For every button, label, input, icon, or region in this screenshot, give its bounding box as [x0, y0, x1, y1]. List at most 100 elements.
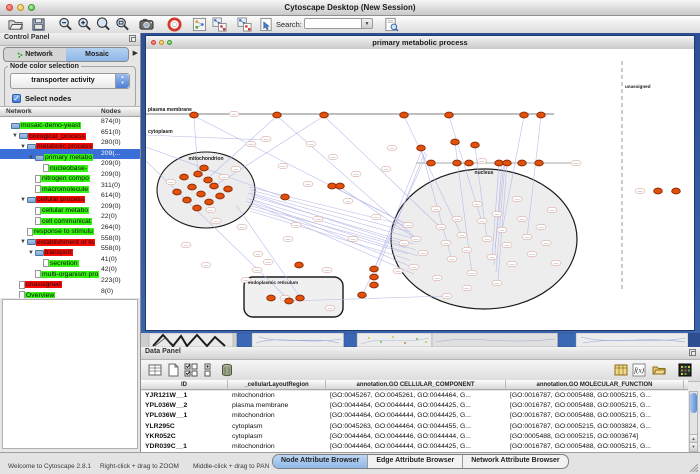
tab-edge-attribute-browser[interactable]: Edge Attribute Browser: [368, 455, 463, 468]
graph-node[interactable]: [465, 160, 474, 166]
resize-grip[interactable]: [687, 461, 699, 473]
tree-row[interactable]: multi-organism pro42(0): [0, 265, 140, 276]
scroll-down-icon[interactable]: ▼: [690, 442, 697, 451]
tree-row[interactable]: macromolecule311(0): [0, 181, 140, 192]
graph-node-label[interactable]: [541, 240, 551, 246]
graph-node-label[interactable]: [283, 236, 293, 242]
graph-node-label[interactable]: [381, 166, 391, 172]
graph-node-label[interactable]: [418, 250, 428, 256]
graph-node[interactable]: [273, 112, 282, 118]
graph-node-label[interactable]: [551, 260, 561, 266]
graph-node[interactable]: [224, 186, 233, 192]
graph-node-label[interactable]: [467, 270, 477, 276]
select-nodes-checkbox[interactable]: ✓: [12, 94, 21, 103]
graph-node-label[interactable]: [399, 240, 409, 246]
birdseye-view[interactable]: [2, 299, 138, 449]
graph-node-label[interactable]: [477, 158, 487, 164]
tree-row[interactable]: secretion41(0): [0, 255, 140, 266]
graph-node-label[interactable]: [507, 261, 517, 267]
graph-node-label[interactable]: [517, 216, 527, 222]
graph-node-label[interactable]: [512, 196, 522, 202]
graph-node-label[interactable]: [291, 222, 301, 228]
graph-node-label[interactable]: [403, 222, 413, 228]
graph-node-label[interactable]: [253, 251, 263, 257]
tree-row[interactable]: cell communicat22(0): [0, 212, 140, 223]
graph-node-label[interactable]: [303, 181, 313, 187]
graph-node-label[interactable]: [252, 267, 262, 273]
function-builder-icon[interactable]: f(x): [632, 363, 646, 377]
table-scrollbar[interactable]: ▲ ▼: [689, 391, 698, 452]
graph-node-label[interactable]: [409, 264, 419, 270]
import-attributes-icon[interactable]: [652, 363, 666, 377]
table-column-header[interactable]: annotation.GO CELLULAR_COMPONENT: [326, 380, 506, 389]
graph-node[interactable]: [193, 205, 202, 211]
graph-node[interactable]: [173, 189, 182, 195]
graph-node-label[interactable]: [387, 145, 397, 151]
delete-attribute-icon[interactable]: [220, 363, 234, 377]
graph-node[interactable]: [518, 160, 527, 166]
graph-node[interactable]: [285, 298, 294, 304]
graph-node-label[interactable]: [219, 174, 229, 180]
graph-node-label[interactable]: [306, 141, 316, 147]
tree-row[interactable]: mosaic-demo-yeast874(0): [0, 117, 140, 128]
graph-node-label[interactable]: [328, 154, 338, 160]
table-row[interactable]: YLR295Ccytoplasm[GO:0045263, GO:0044464,…: [141, 422, 688, 432]
background-windows[interactable]: [141, 333, 700, 347]
graph-node[interactable]: [537, 112, 546, 118]
graph-node-label[interactable]: [231, 166, 241, 172]
graph-node[interactable]: [204, 177, 213, 183]
tab-node-attribute-browser[interactable]: Node Attribute Browser: [273, 455, 368, 468]
graph-node[interactable]: [370, 282, 379, 288]
graph-node[interactable]: [445, 112, 454, 118]
table-row[interactable]: YPL036W__2plasma membrane[GO:0044464, GO…: [141, 401, 688, 411]
graph-node-label[interactable]: [487, 254, 497, 260]
graph-node[interactable]: [654, 188, 663, 194]
search-config-icon[interactable]: [384, 17, 399, 32]
tree-row[interactable]: ▼cellular process614(0): [0, 191, 140, 202]
more-tabs-button[interactable]: ▶: [133, 49, 138, 57]
graph-node-label[interactable]: [441, 240, 451, 246]
select-attributes-icon[interactable]: [148, 363, 162, 377]
graph-node-label[interactable]: [325, 305, 335, 311]
graph-node-label[interactable]: [211, 218, 221, 224]
graph-node[interactable]: [210, 183, 219, 189]
graph-node-label[interactable]: [393, 268, 403, 274]
tab-network-attribute-browser[interactable]: Network Attribute Browser: [463, 455, 567, 468]
table-row[interactable]: YJR121W__1mitochondrion[GO:0045267, GO:0…: [141, 391, 688, 401]
graph-node-label[interactable]: [502, 242, 512, 248]
graph-node-label[interactable]: [635, 188, 645, 194]
graph-node[interactable]: [295, 262, 304, 268]
graph-node-label[interactable]: [436, 224, 446, 230]
graph-node-label[interactable]: [462, 285, 472, 291]
graph-node-label[interactable]: [237, 224, 247, 230]
zoom-out-icon[interactable]: [58, 17, 73, 32]
graph-node-label[interactable]: [492, 280, 502, 286]
birdseye-view-icon[interactable]: [192, 17, 207, 32]
graph-node-label[interactable]: [571, 160, 581, 166]
tree-row[interactable]: Overview8(0): [0, 287, 140, 298]
network-canvas[interactable]: plasma membranecytoplasmmitochondrionnuc…: [146, 49, 694, 330]
graph-node-label[interactable]: [547, 207, 557, 213]
graph-node-label[interactable]: [313, 216, 323, 222]
search-dropdown-icon[interactable]: ▼: [362, 18, 373, 29]
graph-node-label[interactable]: [343, 198, 353, 204]
graph-node[interactable]: [495, 160, 504, 166]
graph-node[interactable]: [400, 112, 409, 118]
snapshot-icon[interactable]: [139, 17, 154, 32]
graph-node[interactable]: [672, 188, 681, 194]
graph-node-label[interactable]: [452, 216, 462, 222]
tab-mosaic[interactable]: Mosaic: [66, 48, 128, 61]
graph-node[interactable]: [200, 165, 209, 171]
graph-node-label[interactable]: [432, 275, 442, 281]
help-icon[interactable]: [167, 17, 182, 32]
graph-node-label[interactable]: [201, 262, 211, 268]
table-column-header[interactable]: _cellularLayoutRegion: [228, 380, 326, 389]
graph-node-label[interactable]: [278, 163, 288, 169]
graph-node-label[interactable]: [462, 247, 472, 253]
graph-node[interactable]: [320, 112, 329, 118]
graph-node-label[interactable]: [492, 211, 502, 217]
tree-row[interactable]: nucleobase-209(0): [0, 159, 140, 170]
graph-node[interactable]: [451, 139, 460, 145]
search-input[interactable]: [304, 18, 362, 29]
new-attribute-icon[interactable]: [166, 363, 180, 377]
